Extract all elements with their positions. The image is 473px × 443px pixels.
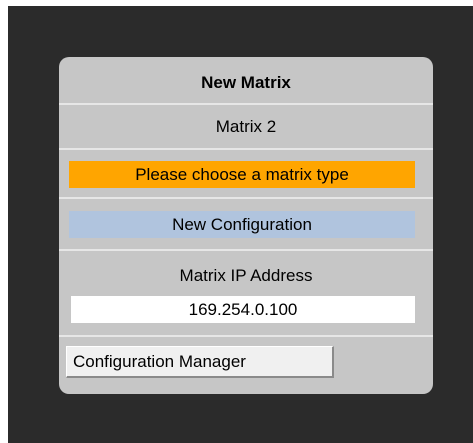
divider (59, 197, 433, 199)
ip-address-field[interactable] (71, 296, 415, 323)
divider (59, 335, 433, 337)
configuration-manager-button[interactable]: Configuration Manager (66, 346, 334, 378)
ip-address-label: Matrix IP Address (179, 266, 313, 285)
new-configuration-button[interactable]: New Configuration (69, 211, 415, 238)
divider (59, 148, 433, 150)
divider (59, 103, 433, 105)
panel-title: New Matrix (201, 73, 291, 92)
new-matrix-panel: New Matrix Matrix 2 Please choose a matr… (59, 57, 433, 394)
matrix-type-warning[interactable]: Please choose a matrix type (69, 161, 415, 188)
matrix-name-label: Matrix 2 (215, 117, 277, 136)
divider (59, 249, 433, 251)
